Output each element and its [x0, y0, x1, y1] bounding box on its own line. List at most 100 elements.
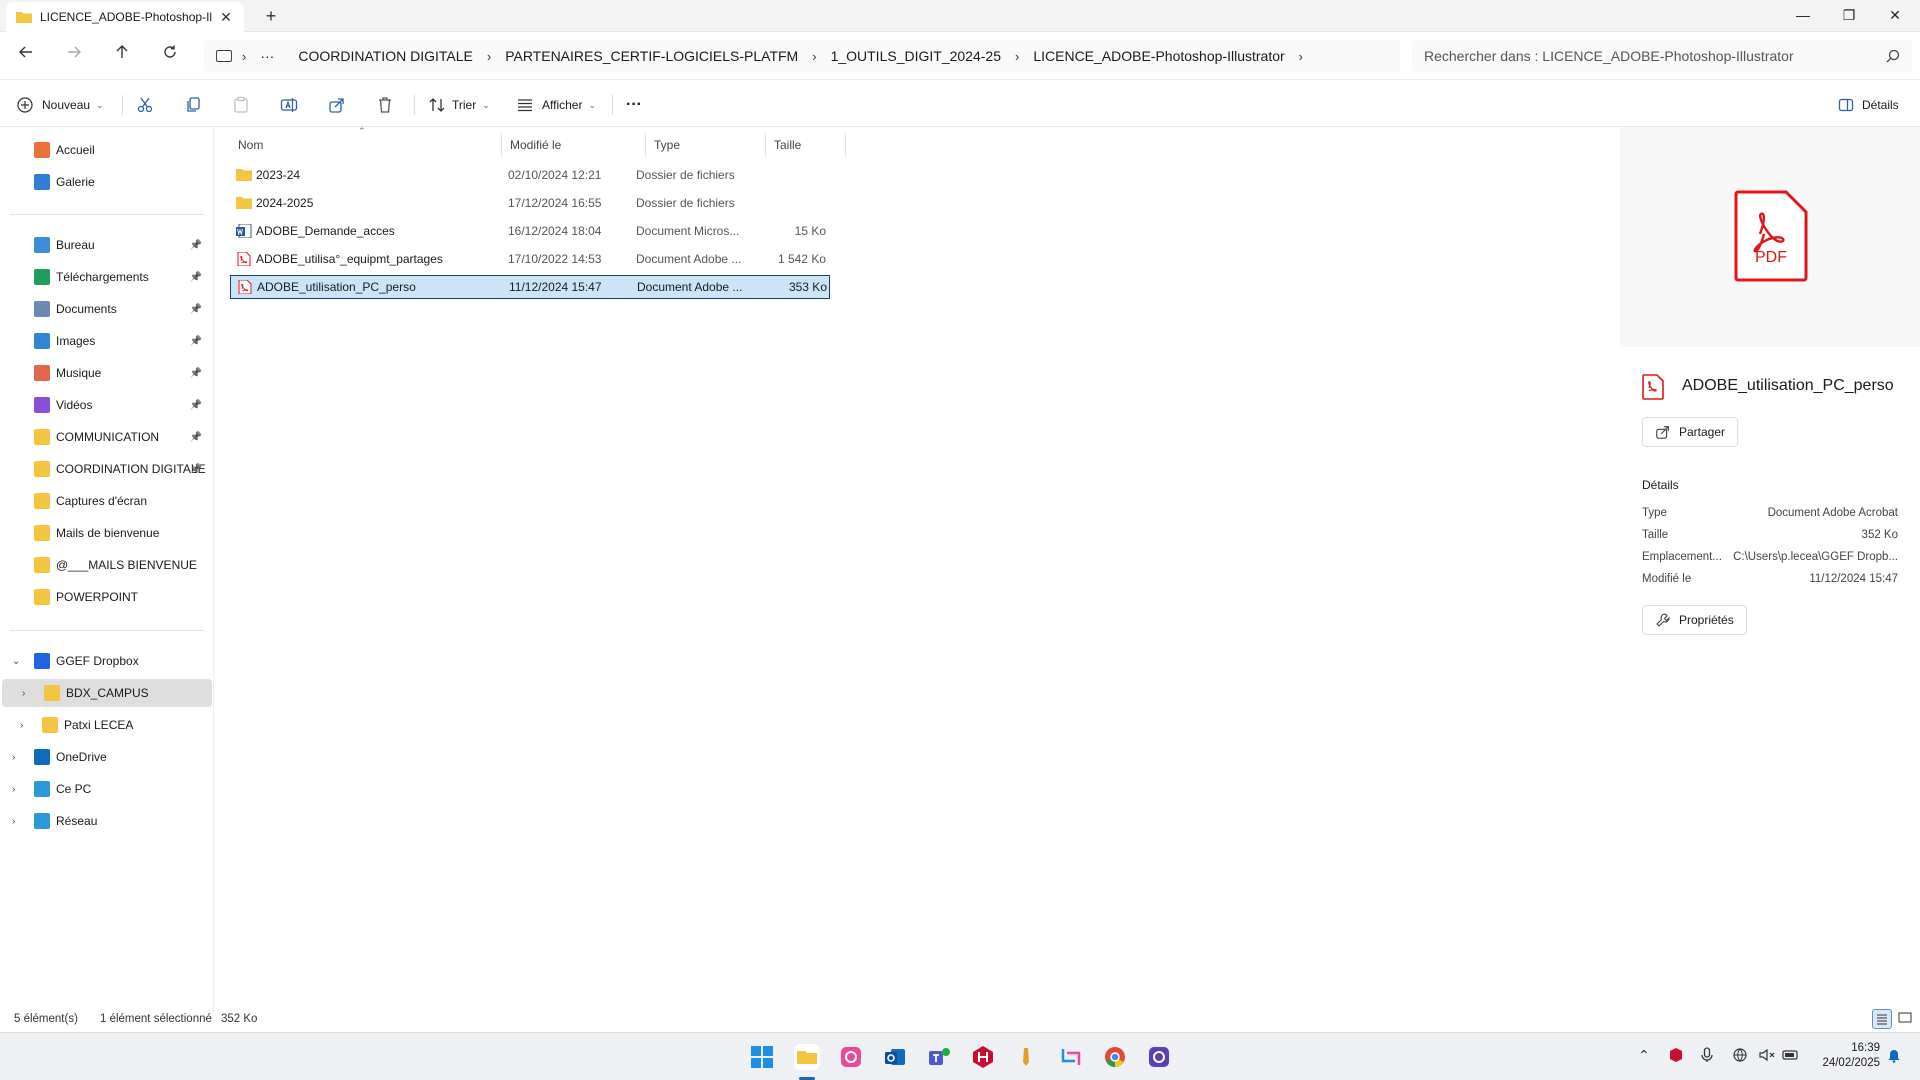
more-options-button[interactable]: ··· — [626, 93, 642, 117]
taskbar-app-h[interactable] — [970, 1044, 996, 1070]
sidebar-item-documents[interactable]: Documents 📌 — [0, 295, 212, 323]
new-label: Nouveau — [42, 98, 91, 112]
search-box[interactable]: Rechercher dans : LICENCE_ADOBE-Photosho… — [1412, 40, 1912, 72]
taskbar-app-2[interactable] — [1014, 1044, 1040, 1070]
breadcrumb-partenaires[interactable]: PARTENAIRES_CERTIF-LOGICIELS-PLATFM — [505, 48, 798, 64]
sidebar-item-images[interactable]: Images 📌 — [0, 327, 212, 355]
sidebar-item-label: POWERPOINT — [56, 590, 139, 604]
sidebar-item-mails-de-bienvenue[interactable]: Mails de bienvenue — [0, 519, 212, 547]
taskbar-app-1[interactable] — [838, 1044, 864, 1070]
sidebar-item-galerie[interactable]: Galerie — [0, 168, 212, 196]
search-input[interactable]: Rechercher dans : LICENCE_ADOBE-Photosho… — [1424, 48, 1886, 64]
volume-muted-icon — [1759, 1048, 1775, 1062]
folder-icon — [34, 493, 50, 509]
sidebar-item-ggef-dropbox[interactable]: ⌄ GGEF Dropbox — [0, 647, 212, 675]
volume-muted-icon[interactable] — [1758, 1047, 1776, 1066]
properties-button[interactable]: Propriétés — [1642, 605, 1747, 635]
pin-icon: 📌 — [189, 463, 202, 475]
rename-button[interactable] — [280, 93, 298, 117]
sidebar-item-powerpoint[interactable]: POWERPOINT — [0, 583, 212, 611]
sidebar-item-musique[interactable]: Musique 📌 — [0, 359, 212, 387]
column-header-modified[interactable]: Modifié le — [502, 133, 646, 157]
taskbar-outlook[interactable] — [882, 1044, 908, 1070]
tiles-view-button[interactable] — [1896, 1009, 1916, 1029]
sidebar-item-accueil[interactable]: Accueil — [0, 136, 212, 164]
minimize-button[interactable]: — — [1780, 0, 1826, 30]
address-bar[interactable]: › ··· COORDINATION DIGITALE › PARTENAIRE… — [204, 40, 1400, 72]
file-row[interactable]: ADOBE_utilisa°_equipmt_partages 17/10/202… — [230, 247, 830, 271]
sidebar-item-communication[interactable]: COMMUNICATION 📌 — [0, 423, 212, 451]
sidebar-item-t-l-chargements[interactable]: Téléchargements 📌 — [0, 263, 212, 291]
sidebar-item-bureau[interactable]: Bureau 📌 — [0, 231, 212, 259]
taskbar-teams[interactable] — [926, 1044, 952, 1070]
cut-button[interactable] — [136, 93, 154, 117]
sort-button[interactable]: Trier ⌄ — [428, 93, 490, 117]
tray-app-icon — [1670, 1048, 1682, 1062]
share-button[interactable] — [328, 93, 346, 117]
sidebar-item-label: OneDrive — [56, 750, 107, 764]
forward-button[interactable] — [62, 44, 86, 68]
sidebar-item-captures-d-cran[interactable]: Captures d'écran — [0, 487, 212, 515]
file-row[interactable]: 2024-2025 17/12/2024 16:55 Dossier de fich… — [230, 191, 830, 215]
file-row[interactable]: ADOBE_utilisation_PC_perso 11/12/2024 15:… — [230, 275, 830, 299]
microphone-icon[interactable] — [1700, 1047, 1714, 1066]
paste-button[interactable] — [232, 93, 250, 117]
start-button[interactable] — [749, 1044, 775, 1070]
tab-close-button[interactable]: ✕ — [218, 9, 234, 26]
details-pane-button[interactable]: Détails — [1838, 93, 1899, 117]
copy-button[interactable] — [184, 93, 202, 117]
sidebar-item-r-seau[interactable]: › Réseau — [0, 807, 212, 835]
sidebar-item-ce-pc[interactable]: › Ce PC — [0, 775, 212, 803]
detail-key: Taille — [1642, 529, 1669, 541]
file-row[interactable]: 2023-24 02/10/2024 12:21 Dossier de fichie… — [230, 163, 830, 187]
chevron-right-icon[interactable]: › — [12, 752, 15, 763]
back-button[interactable] — [14, 44, 38, 68]
close-window-button[interactable]: ✕ — [1872, 0, 1918, 30]
breadcrumb-more[interactable]: ··· — [260, 48, 274, 64]
maximize-button[interactable]: ❐ — [1826, 0, 1872, 30]
network-status-icon[interactable] — [1732, 1047, 1748, 1066]
sidebar-item-patxi-lecea[interactable]: › Patxi LECEA — [0, 711, 212, 739]
breadcrumb-coordination-digitale[interactable]: COORDINATION DIGITALE — [298, 48, 473, 64]
show-hidden-icons[interactable]: ⌃ — [1638, 1047, 1650, 1064]
dropbox-icon — [34, 653, 50, 669]
taskbar-app-3[interactable] — [1146, 1044, 1172, 1070]
sidebar-item-vid-os[interactable]: Vidéos 📌 — [0, 391, 212, 419]
up-button[interactable] — [110, 44, 134, 68]
folder-icon — [16, 12, 32, 23]
chevron-right-icon[interactable]: › — [12, 816, 15, 827]
breadcrumb-licence-adobe[interactable]: LICENCE_ADOBE-Photoshop-Illustrator — [1033, 48, 1284, 64]
refresh-button[interactable] — [158, 44, 182, 68]
delete-button[interactable] — [376, 93, 394, 117]
chevron-right-icon[interactable]: › — [22, 688, 25, 699]
details-view-button[interactable] — [1872, 1009, 1892, 1029]
taskbar-snipping-tool[interactable] — [1058, 1044, 1084, 1070]
pin-icon: 📌 — [189, 303, 202, 315]
file-row[interactable]: ADOBE_Demande_acces 16/12/2024 18:04 Docum… — [230, 219, 830, 243]
chevron-right-icon[interactable]: › — [12, 784, 15, 795]
share-button-details[interactable]: Partager — [1642, 417, 1739, 447]
share-icon — [1656, 426, 1669, 439]
chevron-right-icon[interactable]: › — [20, 720, 23, 731]
tab-licence-adobe[interactable]: LICENCE_ADOBE-Photoshop-Il ✕ — [6, 2, 244, 32]
sidebar-item-coordination-digitale[interactable]: COORDINATION DIGITALE 📌 — [0, 455, 212, 483]
chevron-down-icon[interactable]: ⌄ — [12, 656, 20, 667]
breadcrumb-outils-digit[interactable]: 1_OUTILS_DIGIT_2024-25 — [831, 48, 1001, 64]
sidebar-item-mails-bienvenue[interactable]: @___MAILS BIENVENUE — [0, 551, 212, 579]
notifications-icon[interactable] — [1886, 1047, 1902, 1066]
clock[interactable]: 16:39 24/02/2025 — [1810, 1041, 1880, 1071]
column-header-name[interactable]: Nom — [230, 133, 502, 157]
taskbar-chrome[interactable] — [1102, 1044, 1128, 1070]
sidebar-item-onedrive[interactable]: › OneDrive — [0, 743, 212, 771]
new-tab-button[interactable]: + — [262, 6, 280, 27]
battery-icon[interactable] — [1782, 1047, 1800, 1066]
taskbar-file-explorer[interactable] — [794, 1044, 820, 1070]
column-header-type[interactable]: Type — [646, 133, 766, 157]
new-button[interactable]: Nouveau ⌄ — [16, 93, 104, 117]
column-header-size[interactable]: Taille — [766, 133, 846, 157]
view-button[interactable]: Afficher ⌄ — [516, 93, 596, 117]
detail-value: 352 Ko — [1861, 529, 1898, 541]
tray-app-icon[interactable] — [1668, 1047, 1684, 1066]
chevron-down-icon: ⌄ — [482, 99, 490, 110]
sidebar-item-bdx-campus[interactable]: › BDX_CAMPUS — [2, 679, 212, 707]
